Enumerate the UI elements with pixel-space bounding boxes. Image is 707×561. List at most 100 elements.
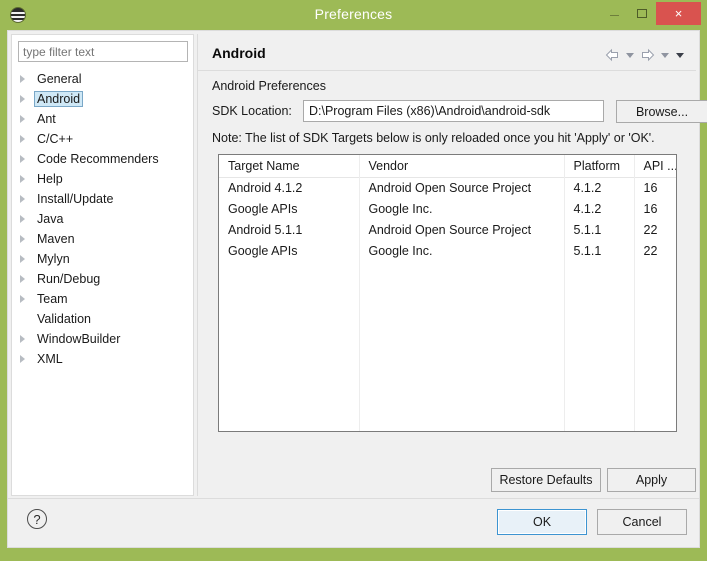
sidebar-item-java[interactable]: Java: [12, 209, 193, 229]
table-cell: 5.1.1: [564, 240, 635, 261]
filter-input[interactable]: [18, 41, 188, 62]
sidebar-item-run-debug[interactable]: Run/Debug: [12, 269, 193, 289]
column-header[interactable]: API ...: [634, 155, 676, 178]
sidebar-item-team[interactable]: Team: [12, 289, 193, 309]
sidebar-item-help[interactable]: Help: [12, 169, 193, 189]
sidebar-item-install-update[interactable]: Install/Update: [12, 189, 193, 209]
help-icon[interactable]: ?: [27, 509, 47, 529]
sidebar-item-label: Ant: [37, 112, 56, 126]
expand-arrow-icon[interactable]: [20, 215, 25, 223]
page-navigation-toolbar[interactable]: [604, 47, 686, 63]
section-label: Android Preferences: [212, 79, 326, 93]
table-cell: 22: [643, 222, 658, 237]
sidebar-item-label: Team: [37, 292, 68, 306]
sidebar-item-label: Validation: [37, 312, 91, 326]
close-icon: ×: [674, 6, 683, 21]
table-cell: Android 4.1.2: [219, 177, 360, 198]
close-button[interactable]: ×: [656, 2, 701, 25]
ok-button[interactable]: OK: [497, 509, 587, 535]
sidebar-item-mylyn[interactable]: Mylyn: [12, 249, 193, 269]
table-cell: Google Inc.: [359, 240, 565, 261]
table-row[interactable]: Google APIs Google Inc. 4.1.2 16: [219, 198, 676, 219]
reload-note: Note: The list of SDK Targets below is o…: [212, 131, 655, 145]
sdk-location-input[interactable]: [303, 100, 604, 122]
sidebar-item-general[interactable]: General: [12, 69, 193, 89]
sidebar-item-label: C/C++: [37, 132, 74, 146]
view-menu-chevron-down-icon[interactable]: [676, 52, 684, 58]
sidebar-item-maven[interactable]: Maven: [12, 229, 193, 249]
sidebar-item-label: XML: [37, 352, 63, 366]
forward-history-chevron-down-icon[interactable]: [661, 52, 669, 58]
sidebar-item-validation[interactable]: Validation: [12, 309, 193, 329]
window-title: Preferences: [314, 6, 393, 22]
sdk-targets-table-container[interactable]: Target Name Vendor Platform API ... Android…: [218, 154, 677, 432]
preference-tree[interactable]: General Android Ant C/C++ Code Recommenders H…: [12, 69, 193, 489]
table-cell: Android Open Source Project: [359, 219, 565, 240]
footer-separator: [8, 498, 699, 499]
expand-arrow-icon[interactable]: [20, 115, 25, 123]
sdk-location-label: SDK Location:: [212, 104, 292, 118]
expand-arrow-icon[interactable]: [20, 255, 25, 263]
table-cell: 4.1.2: [564, 198, 635, 219]
column-header[interactable]: Target Name: [219, 155, 360, 178]
expand-arrow-icon[interactable]: [20, 95, 25, 103]
apply-button[interactable]: Apply: [607, 468, 696, 492]
sidebar-item-label: Android: [34, 91, 84, 107]
title-bar[interactable]: Preferences ×: [0, 0, 707, 30]
column-header[interactable]: Vendor: [359, 155, 565, 178]
column-header[interactable]: Platform: [564, 155, 635, 178]
table-cell: Google APIs: [219, 240, 360, 261]
sidebar-item-label: Run/Debug: [37, 272, 101, 286]
expand-arrow-icon[interactable]: [20, 355, 25, 363]
table-cell: Android 5.1.1: [219, 219, 360, 240]
android-preferences-page: Android Android Preferences SDK Location…: [197, 34, 707, 496]
sidebar-item-android[interactable]: Android: [12, 89, 193, 109]
table-cell: Google Inc.: [359, 198, 565, 219]
table-cell: 22: [643, 243, 658, 258]
column-divider: [634, 155, 635, 431]
expand-arrow-icon[interactable]: [20, 195, 25, 203]
expand-arrow-icon[interactable]: [20, 75, 25, 83]
maximize-icon: [637, 8, 647, 18]
restore-defaults-button[interactable]: Restore Defaults: [491, 468, 601, 492]
sdk-location-row: SDK Location: Browse...: [212, 100, 707, 124]
sidebar-item-ant[interactable]: Ant: [12, 109, 193, 129]
table-cell: 4.1.2: [564, 177, 635, 198]
expand-arrow-icon[interactable]: [20, 175, 25, 183]
browse-button[interactable]: Browse...: [616, 100, 707, 123]
maximize-button[interactable]: [630, 0, 654, 26]
minimize-button[interactable]: [602, 0, 626, 26]
table-cell: Google APIs: [219, 198, 360, 219]
expand-arrow-icon[interactable]: [20, 155, 25, 163]
sidebar-item-label: WindowBuilder: [37, 332, 121, 346]
minimize-icon: [609, 15, 619, 16]
sidebar-item-xml[interactable]: XML: [12, 349, 193, 369]
sidebar-item-label: Help: [37, 172, 63, 186]
sidebar-item-label: Install/Update: [37, 192, 114, 206]
table-header-row[interactable]: Target Name Vendor Platform API ...: [219, 155, 676, 178]
expand-arrow-icon[interactable]: [20, 235, 25, 243]
back-history-chevron-down-icon[interactable]: [626, 52, 634, 58]
sidebar-item-label: Maven: [37, 232, 75, 246]
sidebar-item-c-c-[interactable]: C/C++: [12, 129, 193, 149]
table-row[interactable]: Android 4.1.2 Android Open Source Project…: [219, 177, 676, 198]
cancel-button[interactable]: Cancel: [597, 509, 687, 535]
back-arrow-icon[interactable]: [604, 47, 621, 63]
sidebar-item-label: General: [37, 72, 82, 86]
table-cell: 16: [643, 180, 658, 195]
sidebar-item-code-recommenders[interactable]: Code Recommenders: [12, 149, 193, 169]
expand-arrow-icon[interactable]: [20, 295, 25, 303]
forward-arrow-icon[interactable]: [639, 47, 656, 63]
table-row[interactable]: Android 5.1.1 Android Open Source Project…: [219, 219, 676, 240]
table-body[interactable]: Android 4.1.2 Android Open Source Project…: [219, 177, 676, 261]
sidebar-item-label: Java: [37, 212, 64, 226]
sidebar-item-label: Code Recommenders: [37, 152, 159, 166]
table-cell: 5.1.1: [564, 219, 635, 240]
column-divider: [359, 155, 360, 431]
sidebar-item-windowbuilder[interactable]: WindowBuilder: [12, 329, 193, 349]
expand-arrow-icon[interactable]: [20, 135, 25, 143]
preference-tree-panel: General Android Ant C/C++ Code Recommenders H…: [11, 34, 194, 496]
expand-arrow-icon[interactable]: [20, 335, 25, 343]
expand-arrow-icon[interactable]: [20, 275, 25, 283]
table-row[interactable]: Google APIs Google Inc. 5.1.1 22: [219, 240, 676, 261]
